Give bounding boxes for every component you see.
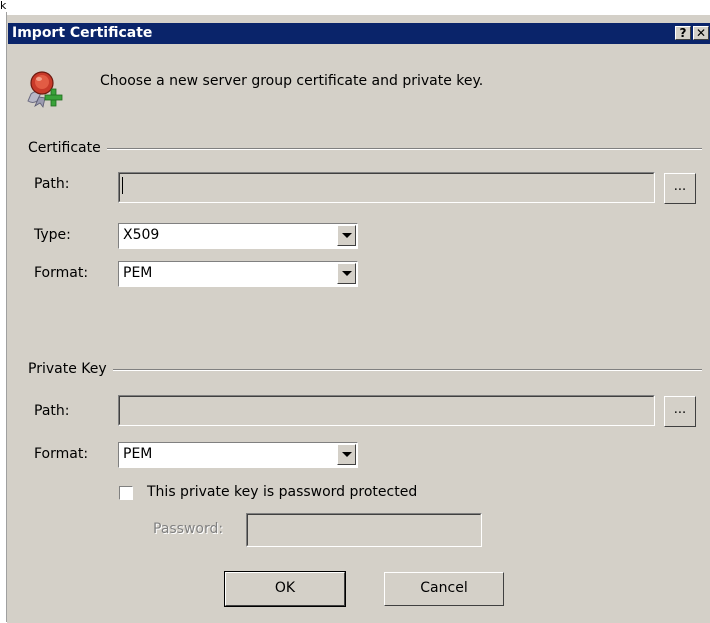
certificate-type-label: Type: [34,227,71,243]
certificate-format-value: PEM [123,265,153,281]
title-bar[interactable]: Import Certificate ? ✕ [8,23,710,44]
certificate-type-value: X509 [123,227,160,243]
help-button[interactable]: ? [675,26,691,40]
password-label: Password: [153,521,224,537]
private-key-format-select[interactable]: PEM [118,442,358,468]
certificate-format-label: Format: [34,265,89,281]
password-input [246,513,482,547]
certificate-type-select[interactable]: X509 [118,223,358,249]
import-certificate-dialog: Import Certificate ? ✕ Choose a new serv… [7,15,710,623]
certificate-group-divider [28,148,702,150]
private-key-group-divider [28,369,702,371]
password-input-inner [247,514,481,546]
intro-text: Choose a new server group certificate an… [100,73,484,89]
private-key-browse-button[interactable]: ... [664,396,696,427]
ok-button[interactable]: OK [224,571,346,607]
certificate-add-icon [27,71,63,108]
private-key-path-label: Path: [34,403,70,419]
chevron-down-icon[interactable] [337,225,356,246]
private-key-group-label: Private Key [28,361,113,377]
close-button[interactable]: ✕ [693,26,709,40]
certificate-path-input-inner [119,173,654,202]
window-title: Import Certificate [12,25,153,41]
certificate-browse-button[interactable]: ... [664,173,696,204]
chevron-down-icon[interactable] [337,444,356,465]
cancel-button[interactable]: Cancel [384,572,504,606]
private-key-format-value: PEM [123,446,153,462]
private-key-path-input[interactable] [118,395,655,426]
text-caret [122,177,123,194]
certificate-path-label: Path: [34,176,70,192]
password-protected-label[interactable]: This private key is password protected [147,484,417,500]
certificate-path-input[interactable] [118,172,655,203]
chevron-down-icon[interactable] [337,263,356,284]
stray-text: k [0,0,7,12]
private-key-path-input-inner [119,396,654,425]
password-protected-checkbox[interactable] [119,486,133,500]
certificate-format-select[interactable]: PEM [118,261,358,287]
private-key-format-label: Format: [34,446,89,462]
certificate-group-label: Certificate [28,140,107,156]
